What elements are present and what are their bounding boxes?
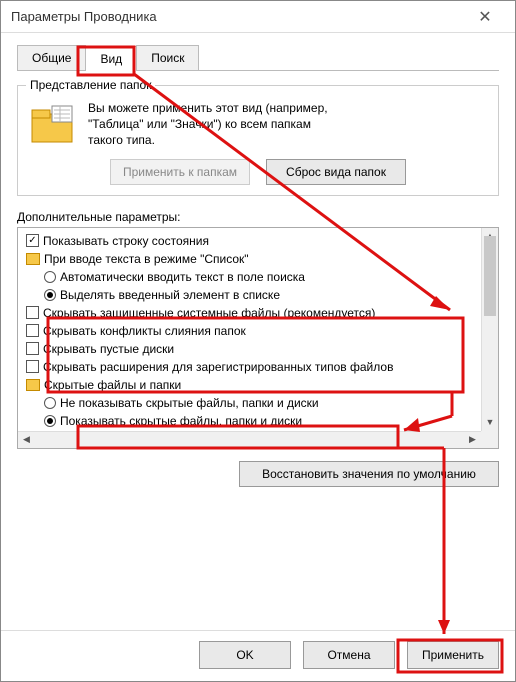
list-item-label: Показывать скрытые файлы, папки и диски	[60, 412, 302, 430]
folder-options-icon	[28, 100, 76, 148]
reset-folders-button[interactable]: Сброс вида папок	[266, 159, 406, 185]
checkbox-icon[interactable]: ✓	[26, 234, 39, 247]
list-item[interactable]: Показывать скрытые файлы, папки и диски	[20, 412, 479, 430]
checkbox-icon[interactable]	[26, 360, 39, 373]
cancel-button[interactable]: Отмена	[303, 641, 395, 669]
list-item[interactable]: Скрывать пустые диски	[20, 340, 479, 358]
list-item: Скрытые файлы и папки	[20, 376, 479, 394]
list-item-label: Автоматически вводить текст в поле поиск…	[60, 268, 305, 286]
tab-general[interactable]: Общие	[17, 45, 86, 70]
scroll-left-icon[interactable]: ◀	[18, 432, 35, 448]
advanced-label: Дополнительные параметры:	[17, 210, 499, 224]
close-icon[interactable]: ✕	[465, 7, 505, 27]
list-item-label: Скрытые файлы и папки	[44, 376, 181, 394]
list-item[interactable]: ✓ Показывать строку состояния	[20, 232, 479, 250]
folder-icon	[26, 253, 40, 265]
list-item[interactable]: Выделять введенный элемент в списке	[20, 286, 479, 304]
explorer-options-window: Параметры Проводника ✕ Общие Вид Поиск П…	[0, 0, 516, 682]
scroll-right-icon[interactable]: ▶	[464, 432, 481, 448]
checkbox-icon[interactable]	[26, 342, 39, 355]
apply-to-folders-button: Применить к папкам	[110, 159, 250, 185]
radio-icon[interactable]	[44, 415, 56, 427]
tabs: Общие Вид Поиск	[17, 45, 499, 71]
ok-button[interactable]: OK	[199, 641, 291, 669]
dialog-footer: OK Отмена Применить	[1, 630, 515, 681]
folder-view-title: Представление папок	[26, 78, 155, 92]
list-item[interactable]: Не показывать скрытые файлы, папки и дис…	[20, 394, 479, 412]
restore-defaults-button[interactable]: Восстановить значения по умолчанию	[239, 461, 499, 487]
radio-icon[interactable]	[44, 397, 56, 409]
tab-search[interactable]: Поиск	[136, 45, 199, 70]
vertical-scrollbar[interactable]: ▲ ▼	[481, 228, 498, 431]
window-title: Параметры Проводника	[11, 9, 465, 24]
list-item[interactable]: Скрывать конфликты слияния папок	[20, 322, 479, 340]
list-item-label: Не показывать скрытые файлы, папки и дис…	[60, 394, 319, 412]
checkbox-icon[interactable]	[26, 306, 39, 319]
list-item[interactable]: Скрывать расширения для зарегистрированн…	[20, 358, 479, 376]
scroll-thumb[interactable]	[484, 236, 496, 316]
radio-icon[interactable]	[44, 271, 56, 283]
list-item-label: Скрывать конфликты слияния папок	[43, 322, 246, 340]
radio-icon[interactable]	[44, 289, 56, 301]
list-item-label: Выделять введенный элемент в списке	[60, 286, 280, 304]
list-item[interactable]: Автоматически вводить текст в поле поиск…	[20, 268, 479, 286]
scroll-corner	[481, 431, 498, 448]
list-item-label: Показывать строку состояния	[43, 232, 209, 250]
folder-view-group: Представление папок Вы можете применить …	[17, 85, 499, 196]
tab-view[interactable]: Вид	[85, 46, 137, 71]
horizontal-scrollbar[interactable]: ◀ ▶	[18, 431, 481, 448]
list-item: При вводе текста в режиме "Список"	[20, 250, 479, 268]
advanced-list: ✓ Показывать строку состоянияПри вводе те…	[17, 227, 499, 449]
titlebar: Параметры Проводника ✕	[1, 1, 515, 33]
list-item-label: Скрывать пустые диски	[43, 340, 174, 358]
list-item-label: При вводе текста в режиме "Список"	[44, 250, 249, 268]
folder-view-description: Вы можете применить этот вид (например, …	[88, 100, 328, 149]
list-item-label: Скрывать расширения для зарегистрированн…	[43, 358, 393, 376]
apply-button[interactable]: Применить	[407, 641, 499, 669]
scroll-down-icon[interactable]: ▼	[482, 414, 498, 431]
folder-icon	[26, 379, 40, 391]
checkbox-icon[interactable]	[26, 324, 39, 337]
list-item[interactable]: Скрывать защищенные системные файлы (рек…	[20, 304, 479, 322]
list-item-label: Скрывать защищенные системные файлы (рек…	[43, 304, 375, 322]
